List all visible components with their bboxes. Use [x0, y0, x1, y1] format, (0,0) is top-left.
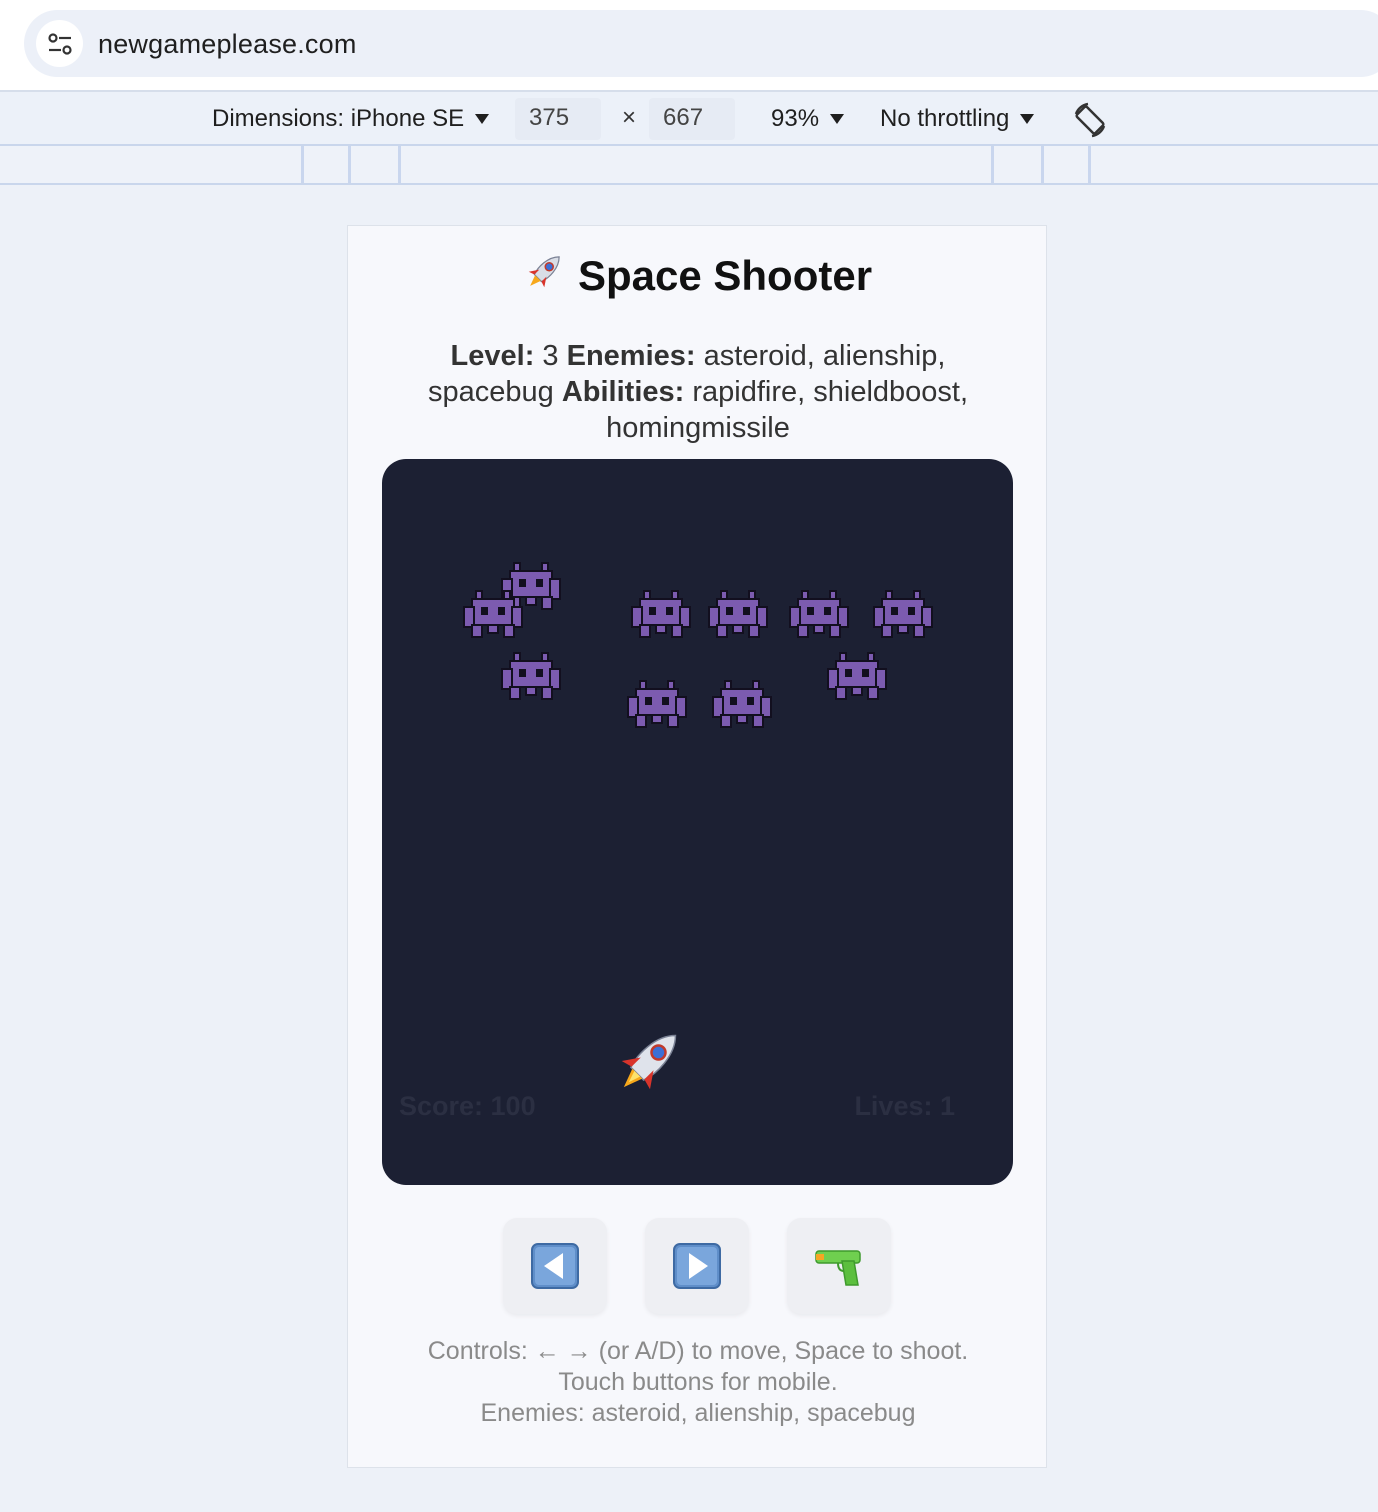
- right-arrow-icon: [673, 1243, 721, 1289]
- abilities-label: Abilities:: [561, 376, 685, 408]
- device-dimensions-label: Dimensions: iPhone SE: [212, 105, 465, 132]
- ruler-tick[interactable]: [1088, 146, 1091, 183]
- chevron-down-icon: [1020, 114, 1035, 124]
- ruler-tick[interactable]: [991, 146, 994, 183]
- move-left-button[interactable]: [503, 1218, 607, 1314]
- help-line-touch: Touch buttons for mobile.: [558, 1368, 838, 1396]
- player-ship: [621, 1034, 677, 1090]
- device-dimensions-dropdown[interactable]: Dimensions: iPhone SE: [212, 105, 490, 133]
- left-arrow-icon: [531, 1243, 579, 1289]
- alien-monster-icon: [501, 652, 561, 700]
- alien-monster-icon: [873, 590, 933, 638]
- lives-display: Lives: 1: [854, 1091, 955, 1121]
- url-text[interactable]: newgameplease.com: [98, 29, 357, 60]
- enemies-label: Enemies:: [566, 340, 696, 372]
- media-query-ruler: [0, 146, 1378, 185]
- device-viewport: Space Shooter Level: 3 Enemies: asteroid…: [347, 225, 1047, 1468]
- alien-monster-icon: [631, 590, 691, 638]
- device-toolbar: Dimensions: iPhone SE 375 × 667 93% No t…: [0, 90, 1378, 146]
- move-right-button[interactable]: [645, 1218, 749, 1314]
- shoot-button[interactable]: [787, 1218, 891, 1314]
- ruler-tick[interactable]: [398, 146, 401, 183]
- throttling-label: No throttling: [880, 105, 1010, 132]
- touch-controls: [503, 1218, 893, 1314]
- help-line-enemies: Enemies: asteroid, alienship, spacebug: [480, 1399, 916, 1427]
- ruler-tick[interactable]: [1041, 146, 1044, 183]
- alien-monster-icon: [712, 680, 772, 728]
- level-value: 3: [542, 340, 559, 372]
- page-title: Space Shooter: [348, 248, 1046, 300]
- ruler-tick[interactable]: [348, 146, 351, 183]
- page-title-text: Space Shooter: [577, 252, 873, 299]
- browser-toolbar: newgameplease.com: [0, 0, 1378, 90]
- game-canvas[interactable]: Score: 100 Lives: 1: [382, 459, 1013, 1185]
- alien-monster-icon: [827, 652, 887, 700]
- throttling-dropdown[interactable]: No throttling: [880, 105, 1035, 133]
- chevron-down-icon: [475, 114, 490, 124]
- rotate-button[interactable]: [1070, 100, 1110, 140]
- help-text: Controls: ← → (or A/D) to move, Space to…: [368, 1336, 1028, 1429]
- water-pistol-icon: [815, 1250, 861, 1286]
- tune-icon: [47, 32, 72, 55]
- rocket-icon: [528, 256, 560, 288]
- dimension-separator: ×: [622, 104, 637, 131]
- alien-monster-icon: [789, 590, 849, 638]
- site-info-button[interactable]: [36, 20, 83, 67]
- chevron-down-icon: [830, 114, 845, 124]
- alien-monster-icon: [627, 680, 687, 728]
- width-input[interactable]: 375: [515, 98, 601, 140]
- address-bar[interactable]: newgameplease.com: [24, 10, 1378, 77]
- zoom-dropdown[interactable]: 93%: [771, 105, 845, 133]
- ruler-tick[interactable]: [301, 146, 304, 183]
- help-line-controls: Controls: ← → (or A/D) to move, Space to…: [427, 1337, 969, 1365]
- level-label: Level:: [450, 340, 535, 372]
- zoom-label: 93%: [771, 105, 820, 132]
- game-info: Level: 3 Enemies: asteroid, alienship, s…: [388, 338, 1008, 446]
- rotate-icon: [1074, 102, 1106, 138]
- score-display: Score: 100: [399, 1091, 536, 1121]
- height-input[interactable]: 667: [649, 98, 735, 140]
- alien-monster-icon: [463, 590, 523, 638]
- alien-monster-icon: [708, 590, 768, 638]
